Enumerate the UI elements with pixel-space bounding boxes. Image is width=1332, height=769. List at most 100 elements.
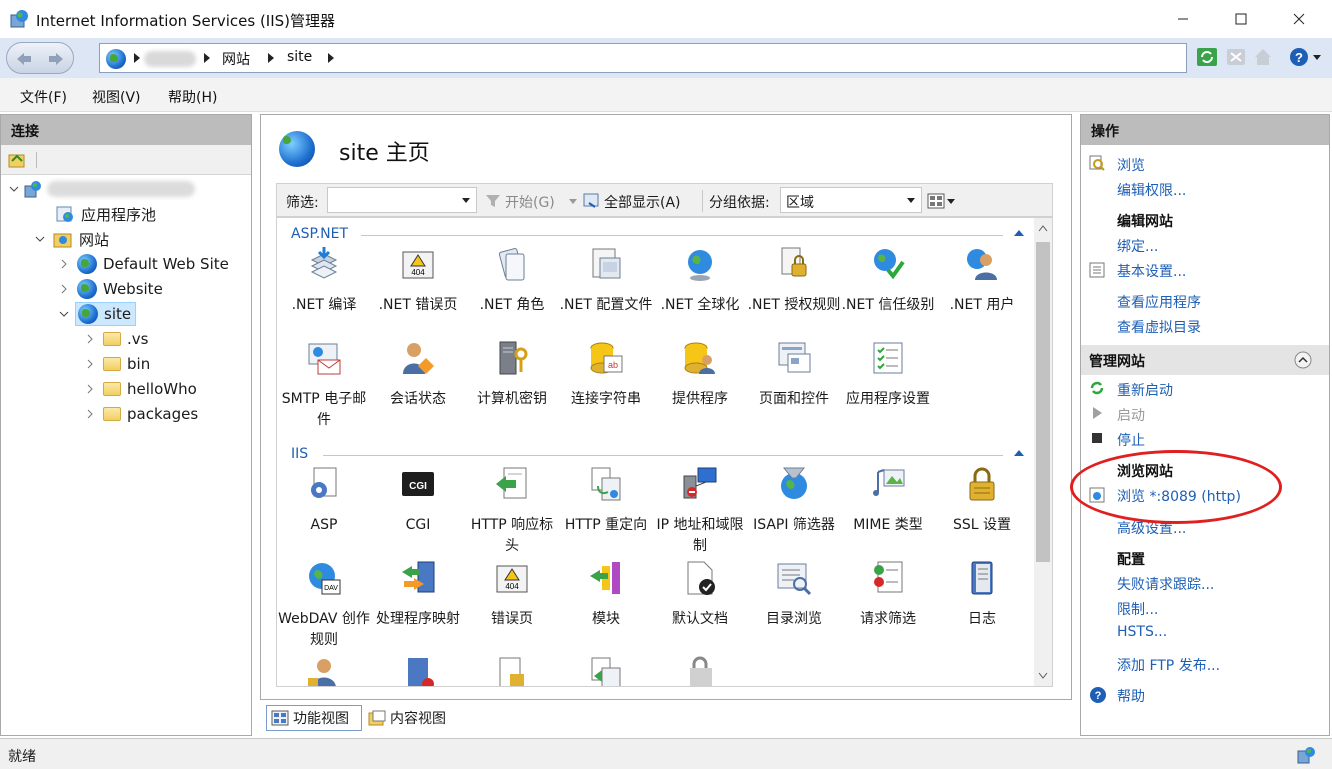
action-basic-settings[interactable]: 基本设置... — [1117, 261, 1186, 281]
feature-directory-browsing[interactable]: 目录浏览 — [747, 560, 841, 630]
tree-item-hellowho[interactable]: helloWho — [85, 377, 197, 401]
feature-pages-controls[interactable]: 页面和控件 — [747, 340, 841, 410]
tree-item-vs[interactable]: .vs — [85, 327, 148, 351]
feature-http-redirect[interactable]: HTTP 重定向 — [559, 466, 653, 536]
feature-ssl-settings[interactable]: SSL 设置 — [935, 466, 1029, 536]
features-scrollbar[interactable] — [1034, 218, 1052, 686]
start-button[interactable]: 开始(G) — [505, 192, 555, 212]
feature-http-response-headers[interactable]: HTTP 响应标头 — [465, 466, 559, 557]
scroll-down-icon[interactable] — [1038, 672, 1048, 680]
feature-machine-key[interactable]: 计算机密钥 — [465, 340, 559, 410]
minimize-button[interactable] — [1160, 0, 1206, 38]
chevron-right-icon[interactable] — [85, 334, 95, 344]
group-by-select[interactable]: 区域 — [780, 187, 922, 213]
address-bar[interactable]: 网站 site — [99, 43, 1187, 73]
action-browse[interactable]: 浏览 — [1117, 155, 1145, 175]
feature-modules[interactable]: 模块 — [559, 560, 653, 630]
menu-view[interactable]: 视图(V) — [92, 87, 141, 107]
feature-webdav[interactable]: DAV WebDAV 创作规则 — [277, 560, 371, 651]
collapse-iis-icon[interactable] — [1014, 450, 1024, 456]
tree-item-site[interactable]: site — [59, 302, 137, 326]
feature-request-filtering[interactable]: 请求筛选 — [841, 560, 935, 630]
action-bindings[interactable]: 绑定... — [1117, 236, 1158, 256]
action-stop[interactable]: 停止 — [1117, 430, 1145, 450]
chevron-down-icon[interactable] — [9, 184, 19, 194]
breadcrumb-arrow-icon — [328, 53, 334, 63]
feature-default-document[interactable]: 默认文档 — [653, 560, 747, 630]
view-mode-icon[interactable] — [927, 193, 945, 209]
feature-smtp[interactable]: SMTP 电子邮件 — [277, 340, 371, 431]
feature-net-authorization[interactable]: .NET 授权规则 — [747, 246, 841, 316]
authentication-icon — [308, 659, 336, 686]
action-add-ftp-publishing[interactable]: 添加 FTP 发布... — [1117, 655, 1220, 675]
feature-net-compilation[interactable]: .NET 编译 — [277, 246, 371, 316]
back-button[interactable] — [11, 46, 37, 72]
action-edit-permissions[interactable]: 编辑权限... — [1117, 180, 1186, 200]
feature-handler-mappings[interactable]: 处理程序映射 — [371, 560, 465, 630]
maximize-button[interactable] — [1218, 0, 1264, 38]
tree-item-packages[interactable]: packages — [85, 402, 198, 426]
feature-logging[interactable]: 日志 — [935, 560, 1029, 630]
feature-net-error-pages[interactable]: 404 .NET 错误页 — [371, 246, 465, 316]
chevron-right-icon[interactable] — [59, 284, 69, 294]
feature-net-roles[interactable]: .NET 角色 — [465, 246, 559, 316]
action-view-virtual-directories[interactable]: 查看虚拟目录 — [1117, 317, 1201, 337]
chevron-right-icon[interactable] — [59, 259, 69, 269]
action-failed-request-tracing[interactable]: 失败请求跟踪... — [1117, 574, 1214, 594]
feature-ip-restrictions[interactable]: IP 地址和域限制 — [653, 466, 747, 557]
feature-connection-strings[interactable]: ab 连接字符串 — [559, 340, 653, 410]
close-button[interactable] — [1276, 0, 1322, 38]
collapse-aspnet-icon[interactable] — [1014, 230, 1024, 236]
filter-input[interactable] — [327, 187, 477, 213]
home-icon[interactable] — [1252, 46, 1274, 68]
tree-item-default-web-site[interactable]: Default Web Site — [59, 252, 229, 276]
chevron-right-icon[interactable] — [85, 359, 95, 369]
feature-net-globalization[interactable]: .NET 全球化 — [653, 246, 747, 316]
feature-providers[interactable]: 提供程序 — [653, 340, 747, 410]
feature-net-trust-levels[interactable]: .NET 信任级别 — [841, 246, 935, 316]
tree-item-app-pools[interactable]: 应用程序池 — [55, 202, 156, 226]
breadcrumb-site[interactable]: site — [287, 49, 312, 65]
scroll-thumb[interactable] — [1036, 242, 1050, 562]
show-all-button[interactable]: 全部显示(A) — [604, 192, 681, 212]
stop-icon[interactable] — [1225, 46, 1247, 68]
feature-mime-types[interactable]: MIME 类型 — [841, 466, 935, 536]
tab-features-view[interactable]: 功能视图 — [266, 705, 362, 731]
feature-net-profile[interactable]: .NET 配置文件 — [559, 246, 653, 316]
forward-button[interactable] — [43, 46, 69, 72]
content-view-icon — [368, 710, 386, 726]
chevron-down-icon[interactable] — [569, 199, 577, 204]
help-dropdown-arrow-icon[interactable] — [1313, 55, 1321, 60]
tree-item-bin[interactable]: bin — [85, 352, 150, 376]
action-restart[interactable]: 重新启动 — [1117, 380, 1173, 400]
chevron-down-icon[interactable] — [59, 309, 69, 319]
feature-net-users[interactable]: .NET 用户 — [935, 246, 1029, 316]
feature-cgi[interactable]: CGI CGI — [371, 466, 465, 536]
action-hsts[interactable]: HSTS... — [1117, 624, 1167, 640]
tree-item-sites[interactable]: 网站 — [35, 227, 109, 251]
help-icon[interactable]: ? — [1288, 46, 1310, 68]
action-limits[interactable]: 限制... — [1117, 599, 1158, 619]
breadcrumb-sites[interactable]: 网站 — [222, 49, 250, 69]
feature-asp[interactable]: ASP — [277, 466, 371, 536]
scroll-up-icon[interactable] — [1038, 224, 1048, 232]
chevron-right-icon[interactable] — [85, 384, 95, 394]
menu-help[interactable]: 帮助(H) — [168, 87, 217, 107]
collapse-section-icon[interactable] — [1293, 350, 1313, 370]
action-start[interactable]: 启动 — [1117, 405, 1145, 425]
feature-session-state[interactable]: 会话状态 — [371, 340, 465, 410]
action-view-applications[interactable]: 查看应用程序 — [1117, 292, 1201, 312]
tree-server-node[interactable] — [9, 177, 195, 201]
menu-file[interactable]: 文件(F) — [20, 87, 67, 107]
chevron-right-icon[interactable] — [85, 409, 95, 419]
tab-content-view[interactable]: 内容视图 — [366, 705, 462, 731]
refresh-icon[interactable] — [1196, 46, 1218, 68]
chevron-down-icon[interactable] — [35, 234, 45, 244]
feature-app-settings[interactable]: 应用程序设置 — [841, 340, 935, 410]
connect-icon[interactable] — [8, 151, 26, 169]
action-help[interactable]: 帮助 — [1117, 686, 1145, 706]
feature-error-pages[interactable]: 404 错误页 — [465, 560, 559, 630]
feature-isapi-filters[interactable]: ISAPI 筛选器 — [747, 466, 841, 536]
chevron-down-icon[interactable] — [947, 199, 955, 204]
tree-item-website[interactable]: Website — [59, 277, 163, 301]
